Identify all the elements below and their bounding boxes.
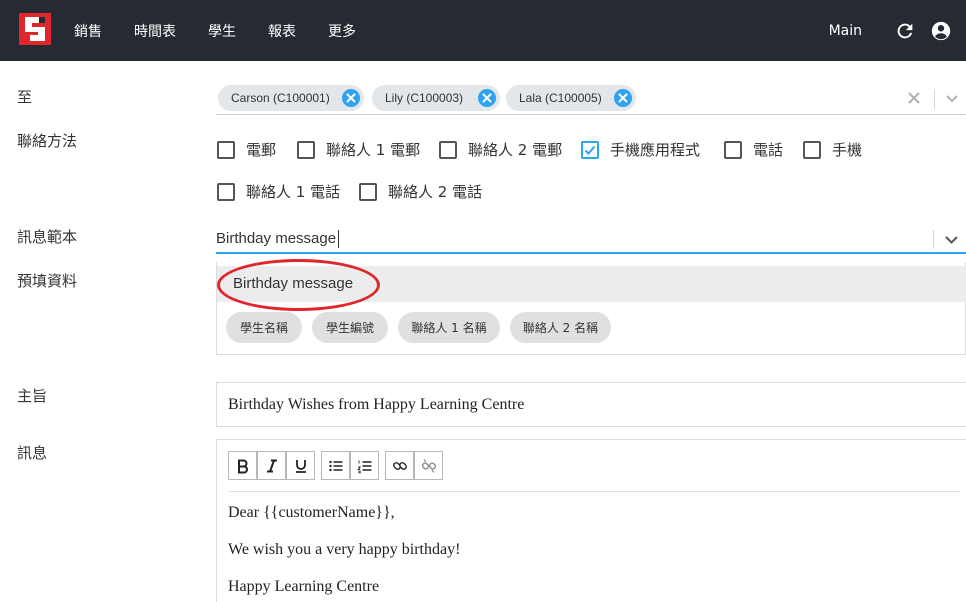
prefill-tag-contact1-name[interactable]: 聯絡人 1 名稱 — [398, 312, 500, 343]
remove-link-button[interactable] — [414, 451, 443, 480]
numbered-list-button[interactable] — [350, 451, 379, 480]
checkbox-label: 手機 — [832, 141, 863, 159]
recipient-chip: Lala (C100005) — [506, 85, 636, 111]
checkbox-box[interactable] — [724, 140, 742, 159]
select-separator — [934, 89, 935, 109]
prefill-tag-contact2-name[interactable]: 聯絡人 2 名稱 — [510, 312, 611, 343]
recipient-chip-label: Lily (C100003) — [385, 91, 464, 105]
checkbox-box[interactable] — [217, 182, 235, 201]
checkbox-box[interactable] — [297, 140, 315, 159]
logo-icon[interactable] — [19, 13, 51, 45]
nav-item-reports[interactable]: 報表 — [268, 21, 296, 41]
toolbar-divider — [228, 491, 960, 492]
checkbox-mobile-app[interactable]: 手機應用程式 — [581, 139, 700, 160]
remove-recipient-icon[interactable] — [614, 89, 632, 107]
checkbox-contact1-phone[interactable]: 聯絡人 1 電話 — [217, 181, 340, 202]
dropdown-option-birthday-message[interactable]: Birthday message — [217, 266, 966, 302]
checkbox-contact2-email[interactable]: 聯絡人 2 電郵 — [439, 139, 562, 160]
prefill-label: 預填資料 — [17, 272, 78, 290]
bold-icon — [237, 459, 248, 473]
nav-item-students[interactable]: 學生 — [208, 21, 236, 41]
clear-all-icon[interactable] — [907, 91, 921, 105]
message-line: We wish you a very happy birthday! — [228, 541, 461, 558]
bullet-list-button[interactable] — [321, 451, 350, 480]
checkbox-contact2-phone[interactable]: 聯絡人 2 電話 — [359, 181, 482, 202]
checkbox-phone[interactable]: 電話 — [724, 139, 783, 160]
template-input-value: Birthday message — [216, 230, 337, 247]
template-select[interactable]: Birthday message — [216, 224, 966, 254]
checkbox-label: 聯絡人 1 電郵 — [326, 141, 421, 159]
nav-item-sales[interactable]: 銷售 — [74, 21, 102, 41]
message-line: Happy Learning Centre — [228, 578, 380, 595]
checkbox-mobile[interactable]: 手機 — [803, 139, 862, 160]
checkbox-box[interactable] — [803, 140, 821, 159]
recipient-chip-label: Carson (C100001) — [231, 91, 330, 105]
chevron-down-icon[interactable] — [944, 232, 959, 247]
subject-label: 主旨 — [17, 387, 48, 405]
to-label: 至 — [17, 88, 33, 106]
check-icon — [584, 145, 596, 155]
link-icon — [392, 461, 407, 470]
recipients-field[interactable]: Carson (C100001) Lily (C100003) Lala (C1… — [216, 84, 966, 115]
recipient-chip-label: Lala (C100005) — [519, 91, 602, 105]
underline-icon — [295, 459, 306, 473]
message-editor[interactable]: Dear {{customerName}}, We wish you a ver… — [216, 439, 966, 602]
account-icon[interactable] — [930, 20, 952, 42]
checkbox-label: 聯絡人 2 電郵 — [468, 141, 563, 159]
prefill-tag-student-name[interactable]: 學生名稱 — [226, 312, 302, 343]
checkbox-label: 電郵 — [246, 141, 277, 159]
message-label: 訊息 — [17, 444, 48, 462]
message-line: Dear {{customerName}}, — [228, 504, 395, 521]
checkbox-label: 電話 — [753, 141, 784, 159]
recipient-chip: Lily (C100003) — [372, 85, 500, 111]
select-separator — [933, 230, 934, 249]
bold-button[interactable] — [228, 451, 257, 480]
template-label: 訊息範本 — [17, 228, 78, 246]
refresh-icon[interactable] — [894, 20, 916, 42]
recipient-chip: Carson (C100001) — [218, 85, 364, 111]
bullet-list-icon — [328, 460, 342, 471]
contact-method-label: 聯絡方法 — [17, 132, 78, 150]
prefill-tag-student-id[interactable]: 學生編號 — [312, 312, 388, 343]
checkbox-box[interactable] — [359, 182, 377, 201]
text-caret — [338, 230, 340, 249]
checkbox-email[interactable]: 電郵 — [217, 139, 276, 160]
remove-recipient-icon[interactable] — [342, 89, 360, 107]
numbered-list-icon — [356, 460, 371, 473]
checkbox-label: 聯絡人 1 電話 — [246, 183, 341, 201]
checkbox-contact1-email[interactable]: 聯絡人 1 電郵 — [297, 139, 420, 160]
nav-item-more[interactable]: 更多 — [328, 21, 356, 41]
subject-input[interactable]: Birthday Wishes from Happy Learning Cent… — [216, 382, 966, 427]
top-right-actions: Main — [829, 0, 966, 61]
underline-button[interactable] — [286, 451, 315, 480]
branch-selector[interactable]: Main — [829, 23, 862, 39]
checkbox-label: 手機應用程式 — [610, 141, 701, 159]
nav-item-timetable[interactable]: 時間表 — [134, 21, 176, 41]
main-nav: 銷售 時間表 學生 報表 更多 — [74, 0, 388, 61]
italic-icon — [266, 459, 277, 472]
insert-link-button[interactable] — [385, 451, 414, 480]
checkbox-box[interactable] — [217, 140, 235, 159]
remove-recipient-icon[interactable] — [478, 89, 496, 107]
chevron-down-icon[interactable] — [945, 92, 959, 106]
checkbox-box[interactable] — [439, 140, 457, 159]
template-input[interactable]: Birthday message — [216, 230, 340, 249]
checkbox-box-checked[interactable] — [581, 140, 599, 159]
top-navigation-bar: 銷售 時間表 學生 報表 更多 Main — [0, 0, 966, 61]
italic-button[interactable] — [257, 451, 286, 480]
checkbox-label: 聯絡人 2 電話 — [388, 183, 483, 201]
unlink-icon — [421, 458, 436, 473]
